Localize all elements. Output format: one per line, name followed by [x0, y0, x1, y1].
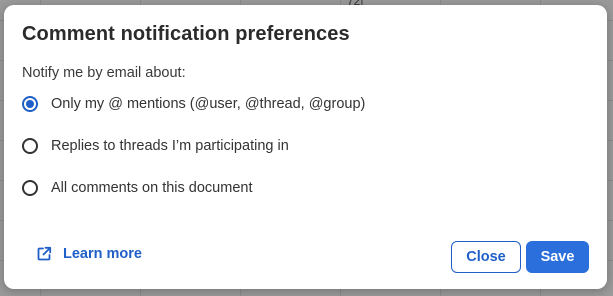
- option-label: Replies to threads I’m participating in: [51, 138, 289, 154]
- radio-unselected-icon[interactable]: [22, 138, 38, 154]
- option-label: Only my @ mentions (@user, @thread, @gro…: [51, 96, 366, 112]
- close-button[interactable]: Close: [451, 241, 521, 273]
- notification-preferences-dialog: Comment notification preferences Notify …: [4, 5, 607, 289]
- learn-more-label: Learn more: [63, 246, 142, 262]
- dialog-prompt: Notify me by email about:: [22, 65, 186, 81]
- save-button[interactable]: Save: [526, 241, 589, 273]
- option-all-comments[interactable]: All comments on this document: [22, 177, 252, 199]
- learn-more-link[interactable]: Learn more: [36, 246, 142, 262]
- external-link-icon: [37, 246, 52, 261]
- option-label: All comments on this document: [51, 180, 253, 196]
- radio-selected-icon[interactable]: [22, 96, 38, 112]
- radio-unselected-icon[interactable]: [22, 180, 38, 196]
- option-mentions-only[interactable]: Only my @ mentions (@user, @thread, @gro…: [22, 93, 365, 115]
- dialog-title: Comment notification preferences: [22, 23, 350, 45]
- option-replies-participating[interactable]: Replies to threads I’m participating in: [22, 135, 289, 157]
